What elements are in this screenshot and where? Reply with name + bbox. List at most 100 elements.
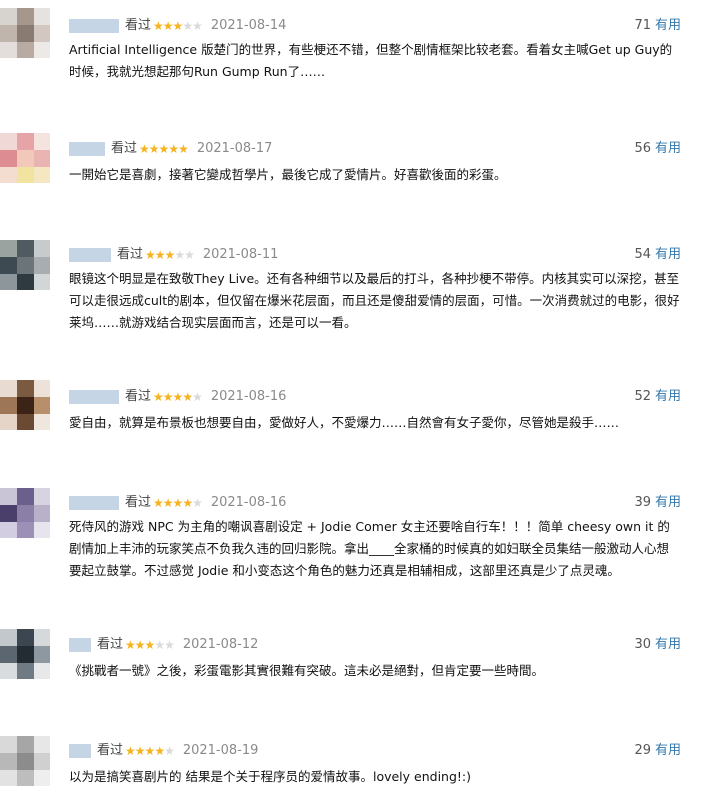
star-filled-icon: ★ xyxy=(139,142,150,156)
star-empty-icon: ★ xyxy=(164,744,175,758)
useful-button[interactable]: 有用 xyxy=(655,247,681,262)
useful-button[interactable]: 有用 xyxy=(655,637,681,652)
useful-votes: 30 有用 xyxy=(634,635,681,655)
star-filled-icon: ★ xyxy=(162,19,174,33)
useful-button[interactable]: 有用 xyxy=(655,743,681,758)
useful-count: 29 xyxy=(634,743,651,758)
rating-stars: ★ ★ ★ ★ ★ xyxy=(153,493,203,513)
star-filled-icon: ★ xyxy=(172,496,184,510)
avatar[interactable] xyxy=(0,240,50,290)
star-filled-icon: ★ xyxy=(125,744,136,758)
star-empty-icon: ★ xyxy=(182,19,193,33)
username-blurred[interactable] xyxy=(69,248,111,262)
review-text: Artificial Intelligence 版楚门的世界，有些梗还不错，但整… xyxy=(69,42,673,79)
review-text: 《挑戰者一號》之後，彩蛋電影其實很難有突破。這未必是絕對，但肯定要一些時間。 xyxy=(69,663,545,678)
username-blurred[interactable] xyxy=(69,142,105,156)
username-blurred[interactable] xyxy=(69,496,119,510)
review-date: 2021-08-16 xyxy=(210,495,287,510)
star-filled-icon: ★ xyxy=(182,390,193,404)
seen-label: 看过 xyxy=(125,495,152,510)
review-meta: 看过 ★ ★ ★ ★ ★ 2021-08-16 xyxy=(69,493,286,513)
seen-label: 看过 xyxy=(117,247,144,262)
avatar[interactable] xyxy=(0,133,50,183)
star-filled-icon: ★ xyxy=(162,496,174,510)
review-text: 眼镜这个明显是在致敬They Live。还有各种细节以及最后的打斗，各种抄梗不带… xyxy=(69,271,680,330)
star-empty-icon: ★ xyxy=(184,248,195,262)
review-meta: 看过 ★ ★ ★ ★ ★ 2021-08-14 xyxy=(69,16,286,36)
useful-count: 39 xyxy=(634,495,651,510)
review-meta: 看过 ★ ★ ★ ★ ★ 2021-08-19 xyxy=(69,741,258,761)
useful-count: 30 xyxy=(634,637,651,652)
star-empty-icon: ★ xyxy=(154,638,165,652)
star-filled-icon: ★ xyxy=(125,638,136,652)
star-filled-icon: ★ xyxy=(144,744,156,758)
rating-stars: ★ ★ ★ ★ ★ xyxy=(145,245,195,265)
useful-votes: 56 有用 xyxy=(634,139,681,159)
star-filled-icon: ★ xyxy=(168,142,179,156)
username-blurred[interactable] xyxy=(69,638,91,652)
avatar[interactable] xyxy=(0,736,50,786)
rating-stars: ★ ★ ★ ★ ★ xyxy=(125,635,175,655)
star-filled-icon: ★ xyxy=(182,496,193,510)
rating-stars: ★ ★ ★ ★ ★ xyxy=(139,139,189,159)
seen-label: 看过 xyxy=(97,637,124,652)
seen-label: 看过 xyxy=(125,389,152,404)
star-empty-icon: ★ xyxy=(174,248,185,262)
review-text: 以为是搞笑喜剧片的 结果是个关于程序员的爱情故事。lovely ending!:… xyxy=(69,769,472,784)
rating-stars: ★ ★ ★ ★ ★ xyxy=(153,387,203,407)
useful-button[interactable]: 有用 xyxy=(655,389,681,404)
star-filled-icon: ★ xyxy=(158,142,170,156)
review-text: 愛自由，就算是布景板也想要自由，愛做好人，不愛爆力……自然會有女子愛你，尽管她是… xyxy=(69,415,620,430)
review-text: 一開始它是喜劇，接著它變成哲學片，最後它成了愛情片。好喜歡後面的彩蛋。 xyxy=(69,167,507,182)
star-filled-icon: ★ xyxy=(145,248,156,262)
useful-votes: 39 有用 xyxy=(634,493,681,513)
review-date: 2021-08-14 xyxy=(210,18,287,33)
star-filled-icon: ★ xyxy=(164,248,176,262)
star-filled-icon: ★ xyxy=(153,390,164,404)
useful-votes: 54 有用 xyxy=(634,245,681,265)
review-meta: 看过 ★ ★ ★ ★ ★ 2021-08-11 xyxy=(69,245,278,265)
username-blurred[interactable] xyxy=(69,744,91,758)
avatar[interactable] xyxy=(0,8,50,58)
star-filled-icon: ★ xyxy=(154,744,165,758)
review-date: 2021-08-12 xyxy=(182,637,259,652)
review-meta: 看过 ★ ★ ★ ★ ★ 2021-08-12 xyxy=(69,635,258,655)
useful-votes: 71 有用 xyxy=(634,16,681,36)
star-empty-icon: ★ xyxy=(192,496,203,510)
star-filled-icon: ★ xyxy=(153,19,164,33)
useful-count: 52 xyxy=(634,389,651,404)
useful-count: 71 xyxy=(634,18,651,33)
useful-votes: 52 有用 xyxy=(634,387,681,407)
review-date: 2021-08-16 xyxy=(210,389,287,404)
avatar[interactable] xyxy=(0,380,50,430)
star-filled-icon: ★ xyxy=(134,638,146,652)
review-meta: 看过 ★ ★ ★ ★ ★ 2021-08-17 xyxy=(69,139,272,159)
useful-votes: 29 有用 xyxy=(634,741,681,761)
star-filled-icon: ★ xyxy=(134,744,146,758)
star-filled-icon: ★ xyxy=(148,142,160,156)
star-filled-icon: ★ xyxy=(172,390,184,404)
username-blurred[interactable] xyxy=(69,19,119,33)
seen-label: 看过 xyxy=(125,18,152,33)
star-empty-icon: ★ xyxy=(164,638,175,652)
review-date: 2021-08-17 xyxy=(196,141,273,156)
star-filled-icon: ★ xyxy=(154,248,166,262)
seen-label: 看过 xyxy=(97,743,124,758)
star-filled-icon: ★ xyxy=(178,142,189,156)
star-filled-icon: ★ xyxy=(172,19,184,33)
star-filled-icon: ★ xyxy=(144,638,156,652)
review-date: 2021-08-19 xyxy=(182,743,259,758)
star-filled-icon: ★ xyxy=(153,496,164,510)
useful-button[interactable]: 有用 xyxy=(655,141,681,156)
avatar[interactable] xyxy=(0,488,50,538)
useful-count: 54 xyxy=(634,247,651,262)
avatar[interactable] xyxy=(0,629,50,679)
username-blurred[interactable] xyxy=(69,390,119,404)
star-empty-icon: ★ xyxy=(192,19,203,33)
useful-button[interactable]: 有用 xyxy=(655,18,681,33)
rating-stars: ★ ★ ★ ★ ★ xyxy=(125,741,175,761)
review-date: 2021-08-11 xyxy=(202,247,279,262)
star-filled-icon: ★ xyxy=(162,390,174,404)
review-meta: 看过 ★ ★ ★ ★ ★ 2021-08-16 xyxy=(69,387,286,407)
useful-button[interactable]: 有用 xyxy=(655,495,681,510)
